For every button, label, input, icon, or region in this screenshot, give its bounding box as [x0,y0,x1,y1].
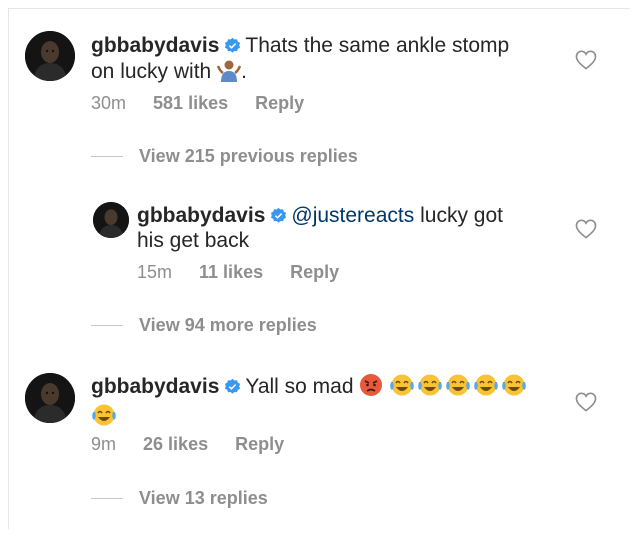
avatar[interactable] [93,202,129,238]
face-with-tears-of-joy-emoji [502,374,527,396]
mention-link[interactable]: @justereacts [291,204,414,227]
tears-of-joy-emoji-row [91,404,119,428]
username[interactable]: gbbabydavis [137,204,265,227]
timestamp: 15m [137,262,173,282]
verified-badge-icon [225,378,241,394]
person-shrugging-emoji [216,58,242,88]
heart-outline-icon[interactable] [575,392,597,412]
tears-of-joy-emoji-row [389,374,529,398]
comment-body: Thats the same ankle stomp [245,34,510,57]
username[interactable]: gbbabydavis [91,34,219,57]
pouting-face-emoji [359,373,383,403]
avatar[interactable] [25,373,75,423]
comment-text: gbbabydavis Yall so mad [91,373,551,429]
reply-button[interactable]: Reply [235,434,284,454]
comment-body-line2: his get back [137,229,250,252]
comment-body-suffix: . [241,60,247,83]
comments-panel: gbbabydavis Thats the same ankle stomp on… [8,8,630,529]
heart-outline-icon[interactable] [575,219,597,239]
face-with-tears-of-joy-emoji [390,374,415,396]
divider-line [91,325,123,326]
username[interactable]: gbbabydavis [91,375,219,398]
comment-text: gbbabydavis Thats the same ankle stomp on… [91,33,531,88]
face-with-tears-of-joy-emoji [474,374,499,396]
likes-count[interactable]: 11 likes [199,262,263,282]
comment-body: lucky got [420,204,503,227]
avatar[interactable] [25,31,75,81]
comment-text: gbbabydavis @justereacts lucky got his ge… [137,203,537,253]
view-more-replies[interactable]: View 94 more replies [91,315,317,336]
view-replies-label[interactable]: View 94 more replies [139,315,317,336]
heart-outline-icon[interactable] [575,50,597,70]
face-with-tears-of-joy-emoji [418,374,443,396]
reply-button[interactable]: Reply [290,262,339,282]
comment-body-line2: on lucky with [91,60,212,83]
view-replies-label[interactable]: View 13 replies [139,488,268,509]
comment-meta: 30m 581 likes Reply [91,93,326,114]
comment-body: Yall so mad [245,375,354,398]
likes-count[interactable]: 581 likes [153,93,228,113]
divider-line [91,498,123,499]
likes-count[interactable]: 26 likes [143,434,208,454]
view-replies-label[interactable]: View 215 previous replies [139,146,358,167]
face-with-tears-of-joy-emoji [92,404,116,426]
timestamp: 30m [91,93,127,113]
verified-badge-icon [225,37,241,53]
comment-meta: 15m 11 likes Reply [137,262,361,283]
verified-badge-icon [271,207,287,223]
view-previous-replies[interactable]: View 215 previous replies [91,146,358,167]
timestamp: 9m [91,434,117,454]
view-replies[interactable]: View 13 replies [91,488,268,509]
comment-meta: 9m 26 likes Reply [91,434,306,455]
divider-line [91,156,123,157]
reply-button[interactable]: Reply [255,93,304,113]
face-with-tears-of-joy-emoji [446,374,471,396]
